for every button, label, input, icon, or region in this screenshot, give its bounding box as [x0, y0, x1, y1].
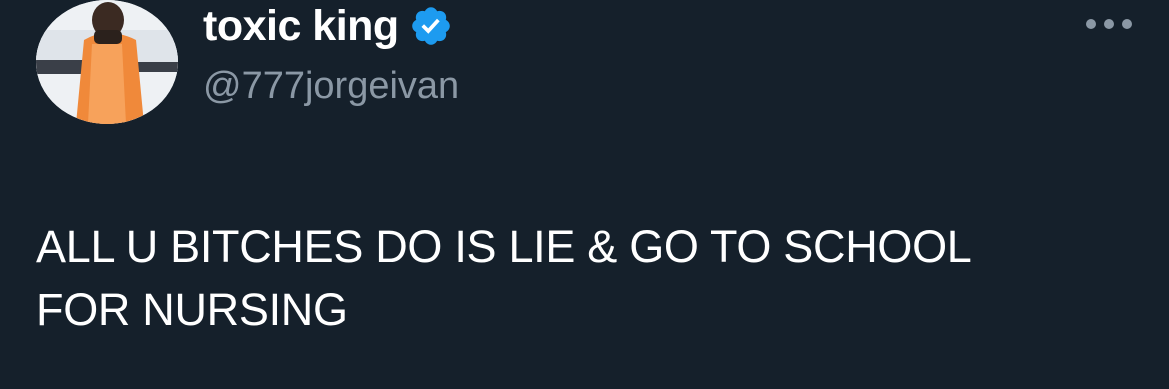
tweet-text: ALL U BITCHES DO IS LIE & GO TO SCHOOL F… — [36, 215, 1136, 341]
more-dot — [1086, 19, 1096, 29]
tweet-text-line: ALL U BITCHES DO IS LIE & GO TO SCHOOL — [36, 221, 972, 272]
more-dot — [1122, 19, 1132, 29]
tweet-card: toxic king @777jorgeivan ALL U BITCHES D… — [0, 0, 1169, 389]
user-handle[interactable]: @777jorgeivan — [203, 62, 459, 110]
tweet-text-line: FOR NURSING — [36, 284, 348, 335]
display-name[interactable]: toxic king — [203, 2, 399, 50]
more-options-icon[interactable] — [1086, 16, 1132, 32]
profile-avatar[interactable] — [36, 0, 178, 124]
verified-badge-icon[interactable] — [409, 4, 453, 48]
avatar-photo — [36, 0, 178, 124]
more-dot — [1104, 19, 1114, 29]
author-name-row: toxic king — [203, 2, 453, 50]
